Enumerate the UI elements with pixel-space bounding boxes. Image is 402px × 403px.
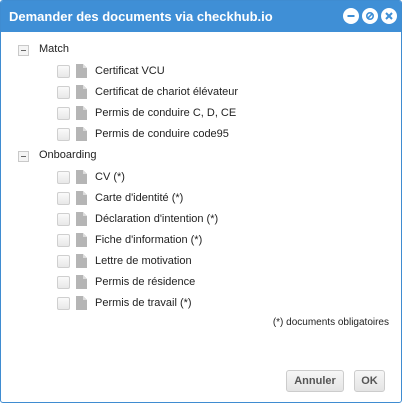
dialog-title: Demander des documents via checkhub.io: [9, 9, 273, 24]
cancel-button[interactable]: Annuler: [286, 370, 344, 392]
document-checkbox[interactable]: [57, 255, 70, 268]
document-icon: [76, 233, 87, 247]
collapse-toggle-icon[interactable]: [18, 45, 29, 56]
tree-item-label: Carte d'identité (*): [95, 192, 184, 204]
group-label: Onboarding: [39, 149, 97, 161]
restore-icon[interactable]: [362, 8, 378, 24]
document-checkbox[interactable]: [57, 107, 70, 120]
title-bar[interactable]: Demander des documents via checkhub.io: [1, 1, 401, 32]
tree-item[interactable]: Permis de conduire code95: [1, 124, 401, 145]
tree-item-label: Certificat VCU: [95, 65, 165, 77]
document-checkbox[interactable]: [57, 297, 70, 310]
document-checkbox[interactable]: [57, 234, 70, 247]
tree-item-label: Permis de travail (*): [95, 297, 192, 309]
tree-item[interactable]: Permis de résidence: [1, 272, 401, 293]
document-icon: [76, 64, 87, 78]
dialog-window: Demander des documents via checkhub.io M…: [0, 0, 402, 403]
tree-item[interactable]: Permis de conduire C, D, CE: [1, 103, 401, 124]
tree-item[interactable]: Permis de travail (*): [1, 293, 401, 314]
close-icon[interactable]: [381, 8, 397, 24]
tree-item-label: Lettre de motivation: [95, 255, 192, 267]
tree-group-match: Match: [1, 39, 401, 61]
tree-item-label: Permis de résidence: [95, 276, 196, 288]
document-icon: [76, 191, 87, 205]
collapse-toggle-icon[interactable]: [18, 151, 29, 162]
tree-item[interactable]: CV (*): [1, 167, 401, 188]
window-controls: [343, 8, 397, 24]
tree-item-label: CV (*): [95, 171, 125, 183]
document-icon: [76, 170, 87, 184]
mandatory-note: (*) documents obligatoires: [272, 317, 389, 328]
tree-item-label: Certificat de chariot élévateur: [95, 86, 239, 98]
tree-item[interactable]: Lettre de motivation: [1, 251, 401, 272]
document-checkbox[interactable]: [57, 213, 70, 226]
tree-item-label: Permis de conduire C, D, CE: [95, 107, 237, 119]
document-tree: Match Certificat VCU Certificat de chari…: [1, 39, 401, 314]
tree-item[interactable]: Certificat de chariot élévateur: [1, 82, 401, 103]
document-icon: [76, 254, 87, 268]
tree-item[interactable]: Déclaration d'intention (*): [1, 209, 401, 230]
tree-item-label: Déclaration d'intention (*): [95, 213, 219, 225]
document-checkbox[interactable]: [57, 86, 70, 99]
document-checkbox[interactable]: [57, 65, 70, 78]
document-icon: [76, 296, 87, 310]
document-icon: [76, 212, 87, 226]
document-checkbox[interactable]: [57, 128, 70, 141]
tree-item[interactable]: Fiche d'information (*): [1, 230, 401, 251]
document-icon: [76, 106, 87, 120]
document-checkbox[interactable]: [57, 192, 70, 205]
tree-item-label: Permis de conduire code95: [95, 128, 229, 140]
document-checkbox[interactable]: [57, 276, 70, 289]
tree-item[interactable]: Carte d'identité (*): [1, 188, 401, 209]
document-icon: [76, 275, 87, 289]
tree-group-onboarding: Onboarding: [1, 145, 401, 167]
document-icon: [76, 127, 87, 141]
tree-item[interactable]: Certificat VCU: [1, 61, 401, 82]
document-checkbox[interactable]: [57, 171, 70, 184]
document-icon: [76, 85, 87, 99]
minimize-icon[interactable]: [343, 8, 359, 24]
group-label: Match: [39, 43, 69, 55]
ok-button[interactable]: OK: [354, 370, 385, 392]
tree-item-label: Fiche d'information (*): [95, 234, 203, 246]
